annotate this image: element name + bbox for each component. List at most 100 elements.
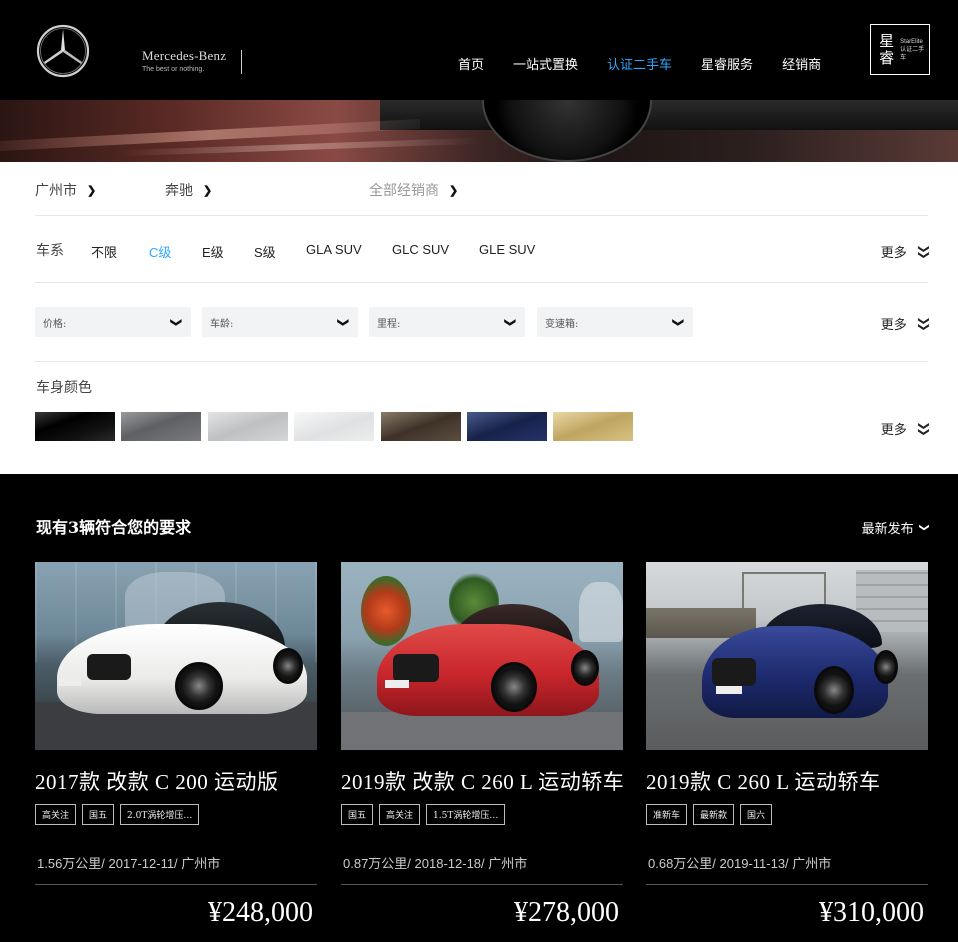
license-plate: [385, 680, 409, 688]
series-more-button[interactable]: 更多 ❯ ❯: [880, 242, 930, 261]
city-value: 广州市: [35, 183, 77, 199]
chevron-down-icon: ❯: [87, 183, 97, 197]
divider: [35, 282, 928, 283]
nav-trade-in[interactable]: 一站式置换: [513, 54, 578, 73]
license-plate: [59, 678, 81, 686]
tag: 1.5T涡轮增压…: [426, 804, 506, 825]
floor: [341, 712, 623, 750]
car-title[interactable]: 2019款 C 260 L 运动轿车: [646, 766, 928, 796]
color-swatch-silver[interactable]: [208, 412, 288, 441]
car-grille: [87, 654, 131, 680]
car-grille: [712, 658, 756, 686]
city-dropdown[interactable]: 广州市 ❯: [35, 180, 96, 200]
car-price: ¥248,000: [208, 897, 313, 928]
tag: 2.0T涡轮增压…: [120, 804, 200, 825]
tag: 国五: [341, 804, 374, 825]
car-photo[interactable]: [341, 562, 623, 750]
tag: 国五: [82, 804, 115, 825]
site-header: Mercedes-Benz The best or nothing. 首页 一站…: [0, 0, 958, 100]
tag: 准新车: [646, 804, 688, 825]
chevron-down-icon: ❯: [336, 317, 350, 327]
color-swatch-gold[interactable]: [553, 412, 633, 441]
starelite-en: StarElite: [900, 38, 923, 45]
car-listing-card[interactable]: 2017款 改款 C 200 运动版 高关注 国五 2.0T涡轮增压… 1.56…: [35, 562, 317, 929]
starelite-sub: 认证二手车: [900, 46, 925, 61]
color-label: 车身颜色: [36, 380, 92, 396]
nav-certified-used[interactable]: 认证二手车: [607, 54, 672, 73]
car-price: ¥310,000: [819, 897, 924, 928]
chevron-down-icon: ❯: [503, 317, 517, 327]
series-option-gla-suv[interactable]: GLA SUV: [306, 242, 362, 257]
car-title[interactable]: 2019款 改款 C 260 L 运动轿车: [341, 766, 624, 796]
series-option-s-class[interactable]: S级: [254, 242, 276, 261]
chevron-down-icon: ❯: [671, 317, 685, 327]
age-select[interactable]: 车龄: ❯: [202, 307, 358, 337]
dealer-value: 全部经销商: [369, 183, 439, 199]
transmission-select-placeholder: 变速箱:: [545, 318, 579, 330]
series-option-c-class[interactable]: C级: [149, 242, 171, 261]
chevron-down-icon: ❯: [169, 317, 183, 327]
car-wheel: [874, 650, 898, 684]
car-grille: [393, 654, 439, 682]
sort-dropdown[interactable]: 最新发布 ❯: [862, 518, 930, 537]
more-label: 更多: [880, 422, 907, 437]
car-wheel: [491, 662, 537, 712]
nav-dealers[interactable]: 经销商: [782, 54, 821, 73]
starelite-cn: 星睿: [879, 31, 895, 67]
divider: [35, 361, 928, 362]
tag: 高关注: [35, 804, 77, 825]
filter-panel: 广州市 ❯ 奔驰 ❯ 全部经销商 ❯ 车系 不限 C级 E级 S级 GLA SU…: [0, 162, 958, 474]
chevron-down-icon: ❯: [449, 183, 459, 197]
color-swatch-white[interactable]: [294, 412, 374, 441]
tag: 国六: [740, 804, 773, 825]
tag-list: 高关注 国五 2.0T涡轮增压…: [35, 804, 317, 825]
brand-value: 奔驰: [165, 183, 193, 199]
car-listing-card[interactable]: 2019款 C 260 L 运动轿车 准新车 最新款 国六 0.68万公里/ 2…: [646, 562, 928, 929]
divider: [341, 884, 623, 885]
price-select-placeholder: 价格:: [43, 318, 67, 330]
color-more-button[interactable]: 更多 ❯ ❯: [880, 419, 930, 438]
banner-wheel: [482, 100, 652, 162]
banner-car-body: [380, 100, 958, 130]
color-swatch-brown[interactable]: [381, 412, 461, 441]
starelite-en-block: StarElite 认证二手车: [898, 38, 929, 62]
car-wheel: [175, 662, 223, 710]
more-label: 更多: [880, 317, 907, 332]
mercedes-star-logo-icon[interactable]: [36, 24, 90, 78]
age-select-placeholder: 车龄:: [210, 318, 234, 330]
results-count-title: 现有3辆符合您的要求: [36, 518, 192, 537]
series-option-gle-suv[interactable]: GLE SUV: [479, 242, 535, 257]
mileage-select[interactable]: 里程: ❯: [369, 307, 525, 337]
tag-list: 国五 高关注 1.5T涡轮增压…: [341, 804, 623, 825]
series-label: 车系: [36, 243, 64, 259]
color-swatch-black[interactable]: [35, 412, 115, 441]
options-more-button[interactable]: 更多 ❯ ❯: [880, 314, 930, 333]
car-photo[interactable]: [35, 562, 317, 750]
tag: 高关注: [379, 804, 421, 825]
brand-divider: [241, 50, 242, 74]
license-plate: [716, 686, 742, 694]
more-label: 更多: [880, 245, 907, 260]
nav-home[interactable]: 首页: [458, 54, 484, 73]
color-swatch-dark-grey[interactable]: [121, 412, 201, 441]
brand-tagline: The best or nothing.: [142, 66, 205, 73]
double-chevron-down-icon: ❯ ❯: [917, 243, 930, 260]
series-option-any[interactable]: 不限: [91, 242, 117, 261]
dealer-dropdown[interactable]: 全部经销商 ❯: [369, 180, 458, 200]
brand-dropdown[interactable]: 奔驰 ❯: [165, 180, 212, 200]
car-wheel: [273, 648, 303, 684]
mileage-select-placeholder: 里程:: [377, 318, 401, 330]
transmission-select[interactable]: 变速箱: ❯: [537, 307, 693, 337]
nav-starelite-service[interactable]: 星睿服务: [701, 54, 753, 73]
series-option-glc-suv[interactable]: GLC SUV: [392, 242, 449, 257]
tag-list: 准新车 最新款 国六: [646, 804, 928, 825]
car-photo[interactable]: [646, 562, 928, 750]
brand-wordmark: Mercedes-Benz The best or nothing.: [142, 48, 226, 73]
car-title[interactable]: 2017款 改款 C 200 运动版: [35, 766, 317, 796]
double-chevron-down-icon: ❯ ❯: [917, 420, 930, 437]
color-swatch-blue[interactable]: [467, 412, 547, 441]
price-select[interactable]: 价格: ❯: [35, 307, 191, 337]
series-option-e-class[interactable]: E级: [202, 242, 224, 261]
starelite-logo[interactable]: 星睿 StarElite 认证二手车: [870, 24, 930, 75]
car-listing-card[interactable]: 2019款 改款 C 260 L 运动轿车 国五 高关注 1.5T涡轮增压… 0…: [341, 562, 624, 929]
